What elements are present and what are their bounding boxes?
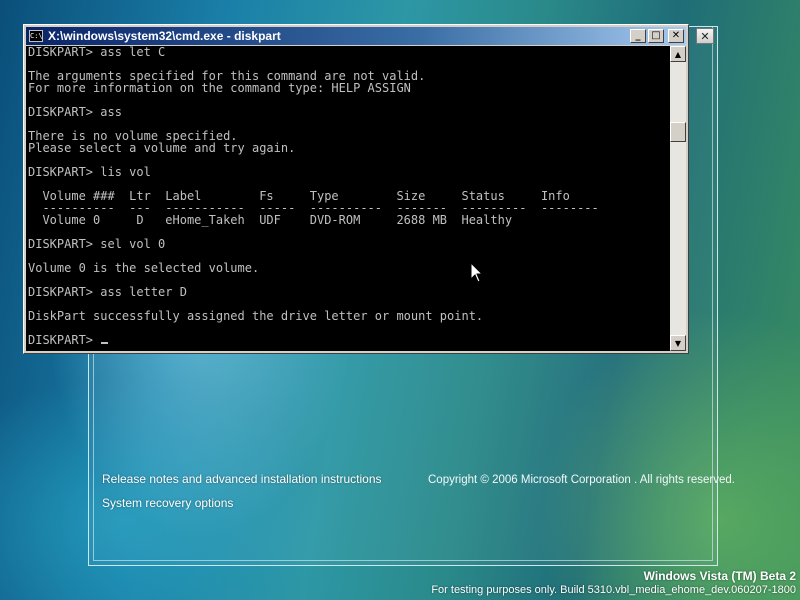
- cmd-window-icon[interactable]: C:\: [29, 30, 43, 42]
- mouse-pointer-icon: [470, 262, 484, 283]
- arrow-down-icon: ▼: [674, 338, 682, 348]
- os-brand-label: Windows Vista (TM) Beta 2: [643, 569, 796, 583]
- close-icon: ✕: [671, 30, 681, 41]
- console-line: DISKPART> ass letter D: [28, 285, 187, 299]
- console-line: Please select a volume and try again.: [28, 141, 296, 155]
- console-line: DISKPART> ass let C: [28, 46, 166, 59]
- console-line: For more information on the command type…: [28, 81, 411, 95]
- cmd-window: C:\ X:\windows\system32\cmd.exe - diskpa…: [23, 24, 689, 354]
- minimize-button[interactable]: _: [630, 29, 646, 43]
- cmd-window-title: X:\windows\system32\cmd.exe - diskpart: [48, 29, 281, 43]
- arrow-up-icon: ▲: [674, 49, 682, 59]
- console-line: DISKPART> ass: [28, 105, 122, 119]
- maximize-icon: □: [651, 30, 661, 41]
- scroll-up-button[interactable]: ▲: [670, 46, 686, 62]
- release-notes-link[interactable]: Release notes and advanced installation …: [102, 472, 382, 486]
- minimize-icon: _: [635, 30, 641, 41]
- console-line: DISKPART>: [28, 333, 101, 347]
- text-cursor: [101, 342, 109, 344]
- setup-close-button[interactable]: ✕: [696, 28, 714, 44]
- console-line: DISKPART> lis vol: [28, 165, 151, 179]
- console-line: DISKPART> sel vol 0: [28, 237, 166, 251]
- build-info-label: For testing purposes only. Build 5310.vb…: [431, 584, 796, 596]
- close-button[interactable]: ✕: [668, 29, 684, 43]
- console-text: DISKPART> ass let C The arguments specif…: [26, 46, 670, 346]
- maximize-button[interactable]: □: [648, 29, 664, 43]
- scrollbar-thumb[interactable]: [670, 122, 686, 142]
- cmd-titlebar[interactable]: C:\ X:\windows\system32\cmd.exe - diskpa…: [26, 27, 686, 45]
- vertical-scrollbar[interactable]: ▲ ▼: [670, 46, 686, 351]
- console-line: Volume 0 D eHome_Takeh UDF DVD-ROM 2688 …: [28, 213, 513, 227]
- system-recovery-link[interactable]: System recovery options: [102, 496, 233, 510]
- cmd-window-controls: _ □ ✕: [630, 29, 684, 43]
- console-line: DiskPart successfully assigned the drive…: [28, 309, 484, 323]
- console-output[interactable]: DISKPART> ass let C The arguments specif…: [26, 46, 670, 351]
- scroll-down-button[interactable]: ▼: [670, 335, 686, 351]
- console-line: Volume 0 is the selected volume.: [28, 261, 260, 275]
- copyright-text: Copyright © 2006 Microsoft Corporation .…: [428, 474, 735, 486]
- close-icon: ✕: [700, 29, 710, 43]
